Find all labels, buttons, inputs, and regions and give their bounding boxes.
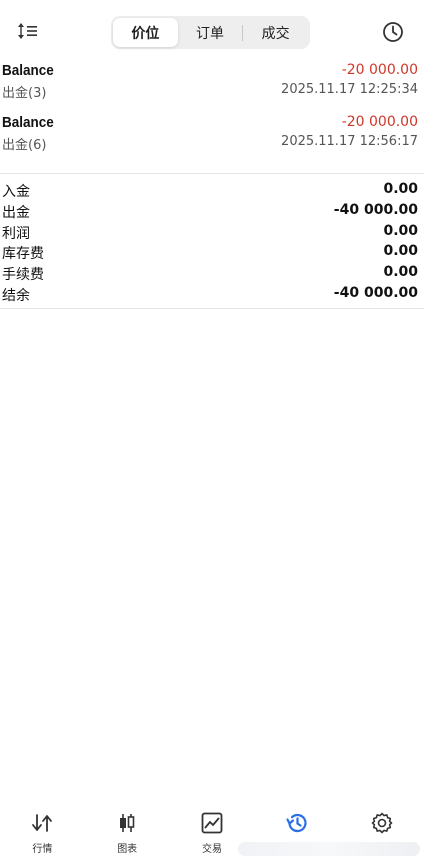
sort-icon[interactable] bbox=[14, 18, 42, 44]
nav-label: 图表 bbox=[117, 844, 138, 855]
nav-label: 交易 bbox=[201, 844, 222, 855]
summary-label: 利润 bbox=[2, 225, 30, 242]
summary-label: 手续费 bbox=[2, 267, 44, 284]
summary-label: 入金 bbox=[2, 184, 30, 200]
summary-row-profit: 利润 0.00 bbox=[0, 222, 424, 243]
summary-table: 入金 0.00 出金 -40 000.00 利润 0.00 库存费 0.00 手… bbox=[0, 180, 424, 305]
summary-value: 0.00 bbox=[383, 264, 418, 281]
summary-value: -40 000.00 bbox=[333, 201, 418, 218]
nav-label: 行情 bbox=[32, 844, 53, 855]
tab-positions[interactable]: 价位 bbox=[113, 18, 178, 47]
summary-label: 库存费 bbox=[2, 246, 44, 263]
top-bar: 价位 订单 成交 bbox=[0, 0, 424, 62]
deal-amount: -20 000.00 bbox=[341, 114, 418, 130]
list-item[interactable]: Balance -20 000.00 出金(6) 2025.11.17 12:5… bbox=[0, 114, 424, 158]
segmented-control: 价位 订单 成交 bbox=[111, 16, 310, 49]
summary-value: 0.00 bbox=[383, 243, 418, 260]
summary-row-balance: 结余 -40 000.00 bbox=[0, 284, 424, 305]
summary-label: 结余 bbox=[2, 287, 30, 304]
tab-deals[interactable]: 成交 bbox=[243, 18, 308, 47]
trade-icon bbox=[199, 810, 225, 836]
summary-value: 0.00 bbox=[383, 181, 418, 197]
blurred-watermark bbox=[238, 842, 420, 856]
nav-chart[interactable]: 图表 bbox=[85, 802, 170, 862]
quotes-icon bbox=[29, 810, 55, 836]
deal-time: 2025.11.17 12:56:17 bbox=[281, 134, 418, 149]
chart-icon bbox=[114, 810, 140, 836]
deal-subtitle: 出金(3) bbox=[2, 86, 47, 101]
nav-quotes[interactable]: 行情 bbox=[0, 802, 85, 862]
summary-value: 0.00 bbox=[383, 222, 418, 239]
summary-label: 出金 bbox=[2, 204, 30, 221]
deal-subtitle: 出金(6) bbox=[2, 138, 47, 153]
summary-value: -40 000.00 bbox=[333, 284, 418, 301]
divider bbox=[0, 173, 424, 174]
clock-icon[interactable] bbox=[380, 19, 406, 45]
summary-row-swap: 库存费 0.00 bbox=[0, 242, 424, 263]
history-icon bbox=[284, 810, 310, 836]
deal-time: 2025.11.17 12:25:34 bbox=[281, 82, 418, 97]
deal-amount: -20 000.00 bbox=[341, 62, 418, 78]
tab-orders[interactable]: 订单 bbox=[178, 18, 243, 47]
settings-icon bbox=[369, 810, 395, 836]
deal-title: Balance bbox=[2, 62, 54, 79]
summary-row-withdrawal: 出金 -40 000.00 bbox=[0, 201, 424, 222]
summary-row-commission: 手续费 0.00 bbox=[0, 263, 424, 284]
summary-row-deposit: 入金 0.00 bbox=[0, 180, 424, 201]
deal-title: Balance bbox=[2, 114, 54, 131]
list-item[interactable]: Balance -20 000.00 出金(3) 2025.11.17 12:2… bbox=[0, 62, 424, 106]
divider bbox=[0, 308, 424, 309]
